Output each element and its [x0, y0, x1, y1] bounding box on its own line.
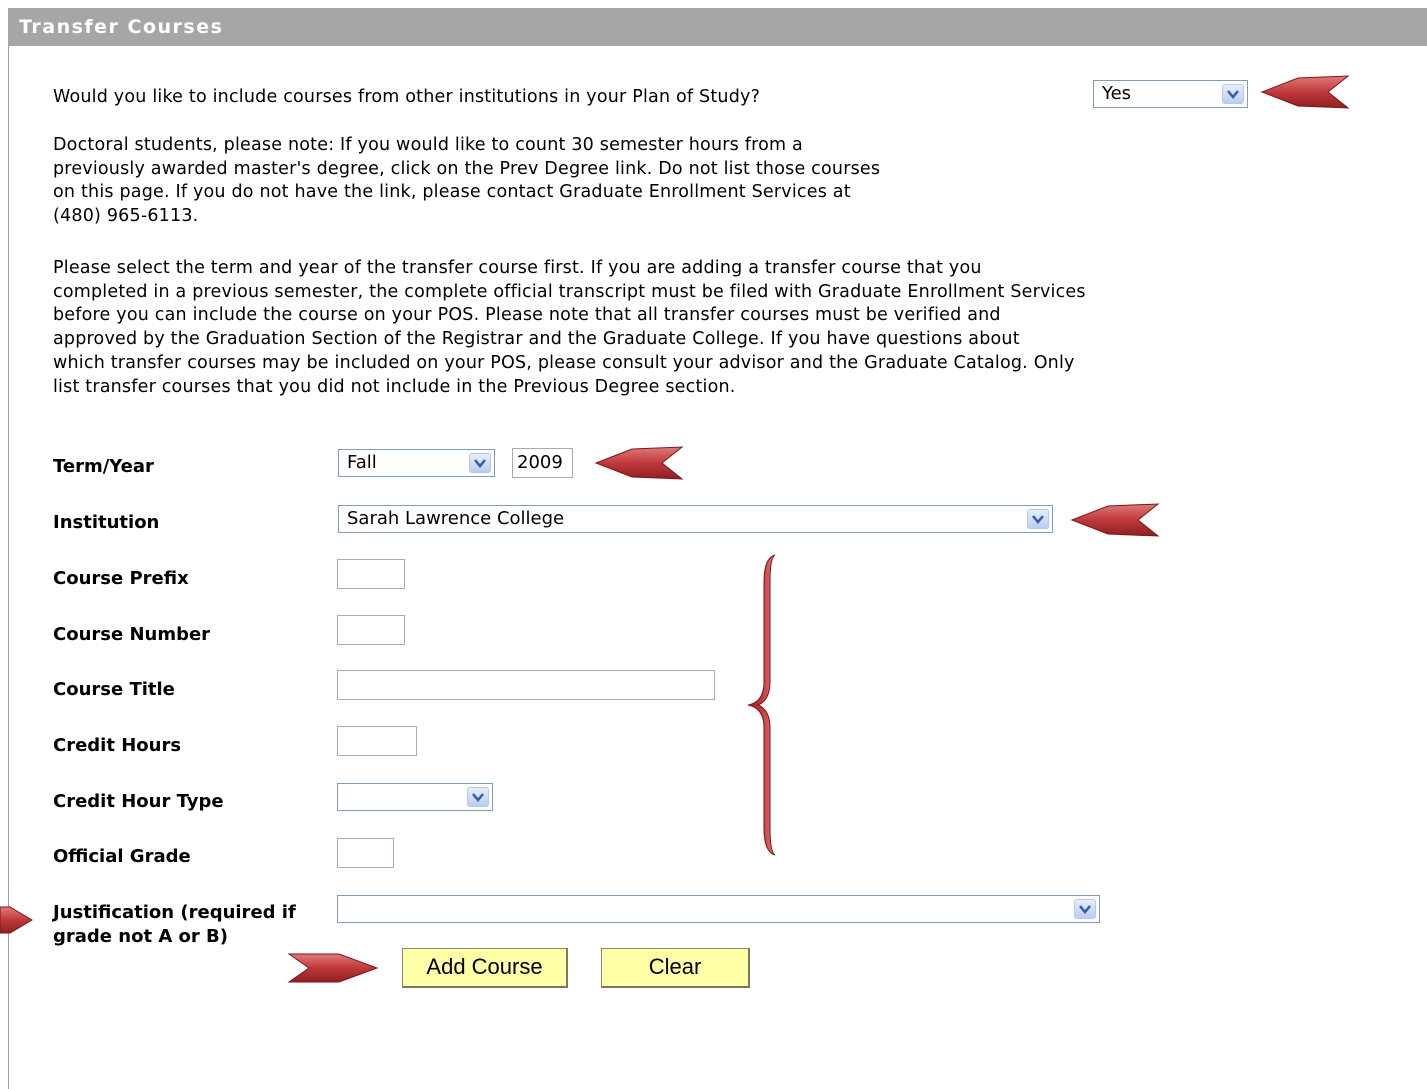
course-title-input[interactable] — [337, 670, 715, 700]
add-course-button[interactable]: Add Course — [402, 948, 568, 988]
chevron-down-icon — [469, 453, 491, 473]
term-select-value: Fall — [347, 452, 377, 473]
clear-button[interactable]: Clear — [601, 948, 750, 988]
instructions: Please select the term and year of the t… — [53, 258, 1086, 397]
justification-select[interactable] — [337, 895, 1100, 923]
year-input[interactable]: 2009 — [512, 448, 573, 478]
include-select-value: Yes — [1102, 83, 1132, 104]
chevron-down-icon — [1027, 509, 1049, 529]
left-arrow-icon — [1070, 503, 1160, 537]
course-number-label: Course Number — [53, 624, 211, 645]
course-prefix-input[interactable] — [337, 559, 405, 589]
justification-label: Justification (required if grade not A o… — [53, 902, 296, 947]
official-grade-label: Official Grade — [53, 846, 191, 867]
credit-hours-label: Credit Hours — [53, 735, 182, 756]
left-arrow-icon — [594, 446, 684, 480]
right-arrow-icon — [287, 953, 379, 983]
right-arrow-icon — [0, 906, 33, 934]
course-number-input[interactable] — [337, 615, 405, 645]
chevron-down-icon — [1074, 899, 1096, 919]
doctoral-note: Doctoral students, please note: If you w… — [53, 135, 881, 227]
credit-hours-input[interactable] — [337, 726, 417, 756]
institution-select[interactable]: Sarah Lawrence College — [338, 505, 1053, 533]
course-title-label: Course Title — [53, 679, 175, 700]
include-question: Would you like to include courses from o… — [53, 87, 761, 107]
institution-label: Institution — [53, 512, 160, 533]
institution-select-value: Sarah Lawrence College — [347, 508, 565, 529]
credit-hour-type-select[interactable] — [337, 783, 493, 811]
chevron-down-icon — [467, 787, 489, 807]
section-title: Transfer Courses — [19, 16, 224, 38]
term-select[interactable]: Fall — [338, 449, 495, 477]
official-grade-input[interactable] — [337, 838, 394, 868]
term-year-label: Term/Year — [53, 456, 154, 477]
left-arrow-icon — [1260, 75, 1350, 109]
include-select[interactable]: Yes — [1093, 80, 1248, 108]
brace-icon — [747, 554, 776, 856]
credit-hour-type-label: Credit Hour Type — [53, 791, 224, 812]
course-prefix-label: Course Prefix — [53, 568, 189, 589]
section-header: Transfer Courses — [8, 8, 1427, 46]
chevron-down-icon — [1222, 84, 1244, 104]
